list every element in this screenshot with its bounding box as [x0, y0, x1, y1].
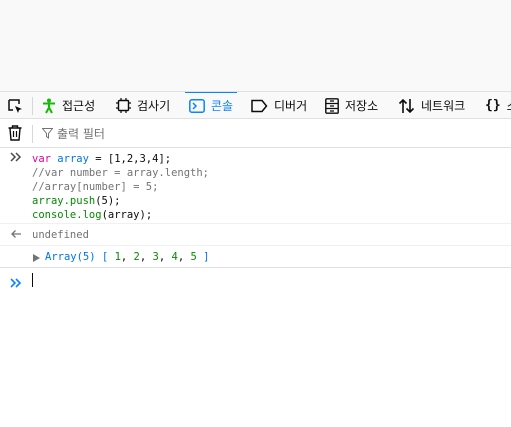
- expand-triangle-icon[interactable]: [33, 253, 40, 265]
- debugger-icon: [251, 99, 268, 112]
- tab-label: 네트워크: [421, 99, 466, 113]
- result-arrow-icon: [10, 228, 22, 243]
- inspector-icon: [116, 98, 131, 113]
- trash-icon: [8, 125, 22, 141]
- console-input-message: var array = [1,2,3,4]; //var number = ar…: [0, 150, 511, 224]
- console-log-message: Array(5) [ 1, 2, 3, 4, 5 ]: [0, 246, 511, 268]
- code-line: console.log(array);: [32, 209, 153, 221]
- array-name: Array(5): [45, 251, 96, 263]
- tab-label: 검사기: [137, 99, 171, 113]
- input-chevron-icon: [10, 151, 22, 166]
- accessibility-icon: [43, 98, 55, 113]
- tab-style-editor[interactable]: {} 스: [485, 92, 511, 118]
- code-line: array.push(5);: [32, 195, 121, 207]
- page-viewport: [0, 0, 511, 91]
- filter-icon: [42, 128, 53, 139]
- tab-accessibility[interactable]: 접근성: [42, 92, 96, 118]
- tab-label: 접근성: [62, 99, 96, 113]
- tab-network[interactable]: 네트워크: [398, 92, 466, 118]
- prompt-chevron-icon: [10, 274, 22, 293]
- network-icon: [398, 98, 415, 113]
- result-value: undefined: [32, 229, 89, 241]
- console-icon: [189, 98, 205, 113]
- console-prompt-input[interactable]: [0, 268, 511, 292]
- array-preview[interactable]: Array(5) [ 1, 2, 3, 4, 5 ]: [45, 250, 209, 264]
- code-line: //var number = array.length;: [32, 167, 210, 179]
- tab-console[interactable]: 콘솔: [184, 92, 238, 118]
- filter-separator: [32, 125, 33, 143]
- text-cursor: [32, 273, 33, 287]
- element-picker-button[interactable]: [4, 96, 26, 116]
- tab-label: 디버거: [274, 99, 308, 113]
- console-filter-bar: 출력 필터: [0, 119, 511, 148]
- style-editor-icon: {}: [485, 98, 501, 113]
- clear-console-button[interactable]: [8, 125, 22, 145]
- tab-inspector[interactable]: 검사기: [116, 92, 171, 118]
- code-line: var array = [1,2,3,4];: [32, 153, 172, 165]
- tab-storage[interactable]: 저장소: [325, 92, 379, 118]
- tab-debugger[interactable]: 디버거: [251, 92, 308, 118]
- toolbar-separator: [32, 97, 33, 115]
- console-result-message: undefined: [0, 224, 511, 246]
- storage-icon: [325, 97, 339, 114]
- tab-label: 콘솔: [211, 99, 234, 113]
- devtools-toolbar: 접근성 검사기 콘솔 디버거 저장소 네트워크 {}: [0, 91, 511, 119]
- filter-placeholder: 출력 필터: [57, 127, 105, 141]
- tab-label: 저장소: [345, 99, 379, 113]
- code-line: //array[number] = 5;: [32, 181, 159, 193]
- tab-label: 스: [507, 97, 511, 114]
- element-picker-icon: [8, 99, 22, 113]
- filter-input[interactable]: 출력 필터: [42, 125, 105, 142]
